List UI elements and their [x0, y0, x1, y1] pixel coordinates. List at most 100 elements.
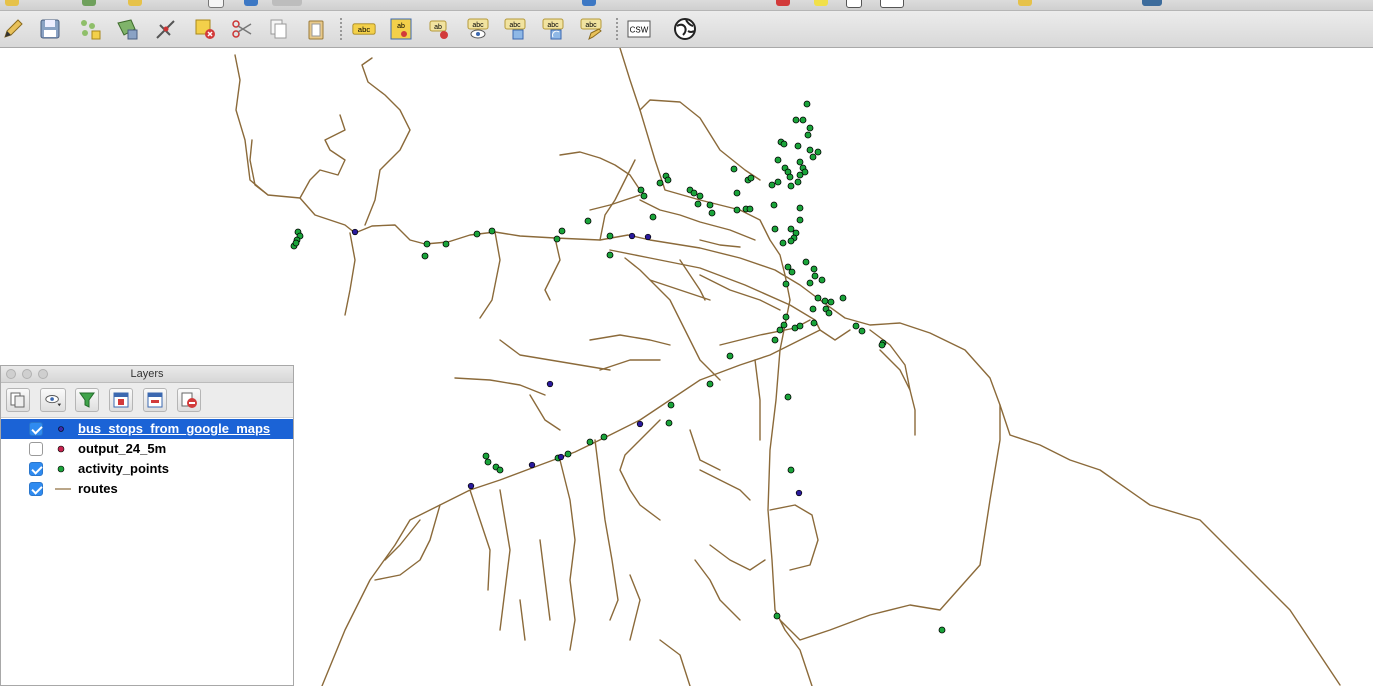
rotate-label-icon[interactable]: abc [540, 16, 566, 42]
route-line [709, 544, 766, 571]
toolbar-icon-partial[interactable] [208, 0, 224, 8]
close-window-button[interactable] [6, 369, 16, 379]
layer-row-bus-stops[interactable]: bus_stops_from_google_maps [1, 419, 293, 439]
toggle-editing-pencil-icon[interactable] [0, 16, 26, 42]
activity-point [733, 189, 741, 197]
activity-point [696, 192, 704, 200]
activity-point [779, 239, 787, 247]
paste-features-icon[interactable] [303, 16, 329, 42]
label-highlight-icon[interactable]: ab [427, 16, 453, 42]
activity-point [780, 140, 788, 148]
move-label-icon[interactable]: abc [502, 16, 528, 42]
layer-row-routes[interactable]: routes [1, 479, 293, 499]
zoom-window-button[interactable] [38, 369, 48, 379]
toolbar-icon-partial[interactable] [128, 0, 142, 6]
cut-features-icon[interactable] [229, 16, 255, 42]
toolbar-icon-partial[interactable] [244, 0, 258, 6]
layer-visibility-checkbox[interactable] [29, 482, 43, 496]
toolbar-icon-partial[interactable] [5, 0, 19, 6]
route-line [649, 279, 711, 301]
toolbar-icon-partial[interactable] [776, 0, 790, 6]
route-line [594, 439, 619, 621]
layer-labeling-options-icon[interactable]: abc [350, 16, 378, 42]
route-line [599, 359, 661, 371]
activity-point [690, 189, 698, 197]
route-line [769, 504, 819, 571]
layer-visibility-checkbox[interactable] [29, 442, 43, 456]
activity-point [780, 321, 788, 329]
activity-point [938, 626, 946, 634]
activity-point [811, 272, 819, 280]
activity-point [818, 276, 826, 284]
activity-point [649, 213, 657, 221]
activity-point [774, 156, 782, 164]
activity-point [801, 168, 809, 176]
activity-point [799, 116, 807, 124]
node-tool-icon[interactable] [153, 16, 179, 42]
toolbar-icon-partial[interactable] [846, 0, 862, 8]
route-line [689, 429, 721, 471]
activity-point [423, 240, 431, 248]
open-layer-styling-icon[interactable] [6, 388, 30, 412]
activity-point [788, 268, 796, 276]
csw-metasearch-icon[interactable]: CSW [626, 16, 652, 42]
activity-point [606, 232, 614, 240]
label-pin-icon[interactable]: ab [388, 16, 414, 42]
svg-text:abc: abc [472, 22, 484, 29]
route-line [454, 377, 546, 396]
layer-row-activity-points[interactable]: activity_points [1, 459, 293, 479]
change-label-icon[interactable]: abc [578, 16, 604, 42]
collapse-all-icon[interactable] [143, 388, 167, 412]
manage-visibility-eye-icon[interactable] [40, 388, 66, 412]
filter-legend-icon[interactable] [75, 388, 99, 412]
layers-panel-titlebar[interactable]: Layers [1, 366, 293, 383]
toolbar-icon-partial[interactable] [1142, 0, 1162, 6]
point-symbol-icon [57, 445, 65, 453]
toolbar-icon-partial[interactable] [814, 0, 828, 6]
minimize-window-button[interactable] [22, 369, 32, 379]
layer-name: activity_points [78, 461, 170, 476]
activity-point [784, 393, 792, 401]
toolbar-icon-partial[interactable] [82, 0, 96, 6]
bus-stop-point [557, 453, 565, 461]
toolbar-icon-partial[interactable] [1018, 0, 1032, 6]
route-line [589, 194, 641, 211]
toolbar-icon-partial[interactable] [272, 0, 302, 6]
routes-layer [234, 48, 1341, 686]
layer-visibility-checkbox[interactable] [29, 462, 43, 476]
activity-point [852, 322, 860, 330]
copy-features-icon[interactable] [265, 16, 291, 42]
activity-point [825, 309, 833, 317]
toolbar-icon-partial[interactable] [880, 0, 904, 8]
route-line [699, 469, 751, 501]
toolbar-icon-partial[interactable] [582, 0, 596, 6]
activity-point [694, 200, 702, 208]
activity-point [667, 401, 675, 409]
delete-selected-icon[interactable] [192, 16, 218, 42]
bus-stop-point [467, 482, 475, 490]
show-hide-labels-icon[interactable]: abc [465, 16, 491, 42]
layers-panel: Layers bus_stops_from_google_maps output… [0, 365, 294, 686]
activity-point [796, 204, 804, 212]
activity-point [786, 173, 794, 181]
activity-point [733, 206, 741, 214]
activity-point [496, 466, 504, 474]
toolbar-top-strip [0, 0, 1373, 11]
bus-stop-point [636, 420, 644, 428]
route-line [519, 599, 526, 641]
route-line [699, 274, 781, 311]
remove-layer-icon[interactable] [177, 388, 201, 412]
add-polygon-feature-icon[interactable] [114, 16, 140, 42]
globe-geocoding-icon[interactable] [672, 16, 698, 42]
add-point-feature-icon[interactable] [77, 16, 103, 42]
layer-visibility-checkbox[interactable] [29, 422, 43, 436]
activity-point [787, 182, 795, 190]
expand-all-icon[interactable] [109, 388, 133, 412]
save-edits-icon[interactable] [37, 16, 63, 42]
activity-point [794, 142, 802, 150]
activity-point [726, 352, 734, 360]
route-line [589, 334, 671, 346]
point-symbol-icon [57, 465, 65, 473]
route-line [694, 559, 741, 621]
layer-row-output[interactable]: output_24_5m [1, 439, 293, 459]
